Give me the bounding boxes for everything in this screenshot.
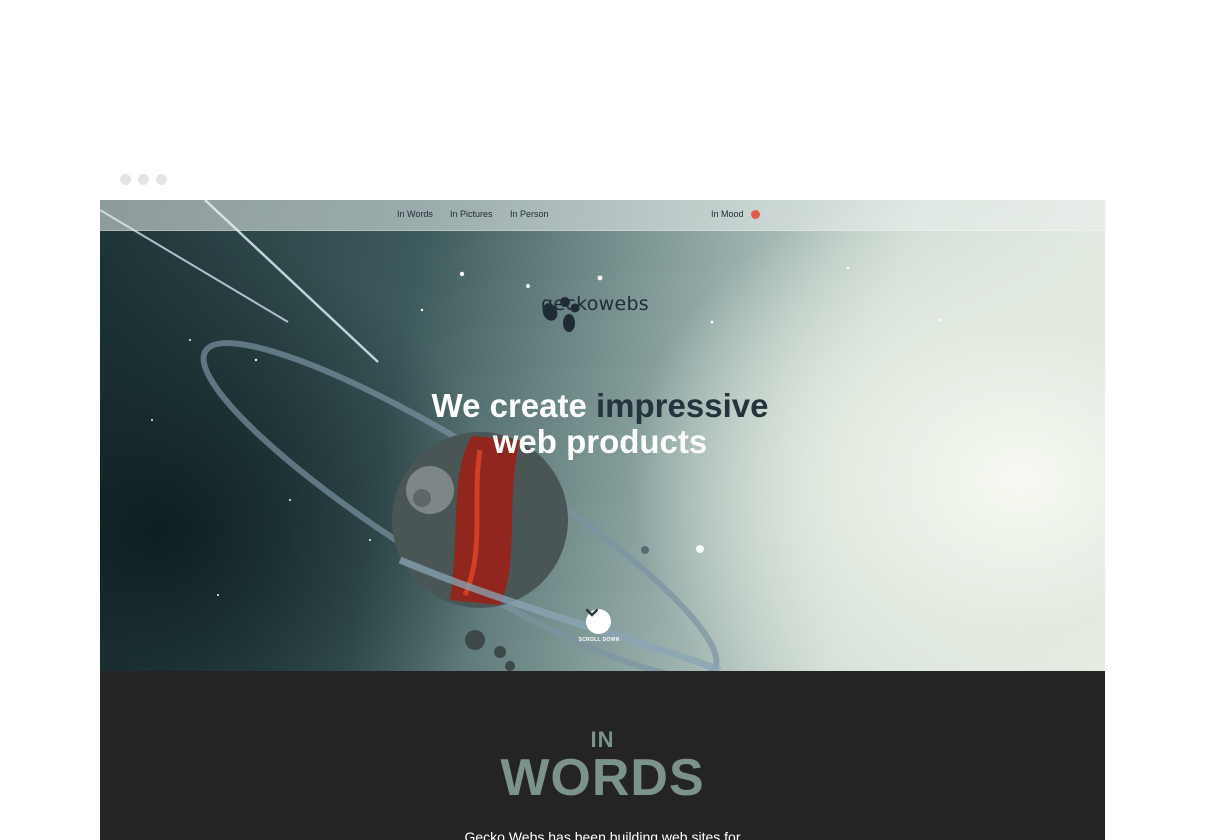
slide-indicator-dot-1[interactable] (751, 210, 760, 219)
window-controls (120, 174, 167, 185)
nav-link-in-words[interactable]: In Words (397, 209, 433, 219)
brand-logo[interactable]: geckowebs (540, 293, 650, 332)
section-intro-text: Gecko Webs has been building web sites f… (464, 829, 741, 840)
gecko-feet-icon (542, 297, 580, 332)
headline-part-2: impressive (596, 387, 769, 424)
nav-link-in-pictures[interactable]: In Pictures (450, 209, 493, 219)
window-dot (156, 174, 167, 185)
slide-indicator-dot-2[interactable] (764, 210, 773, 219)
window-dot (120, 174, 131, 185)
hero-headline: We create impressive web products (360, 388, 840, 460)
hero-section: In Words In Pictures In Person In Mood g… (100, 200, 1105, 671)
in-words-section: IN WORDS Gecko Webs has been building we… (100, 671, 1105, 840)
slide-indicator-dot-4[interactable] (792, 210, 801, 219)
headline-part-1: We create (431, 387, 597, 424)
nav-link-in-person[interactable]: In Person (510, 209, 549, 219)
headline-part-3: web products (492, 423, 708, 460)
window-dot (138, 174, 149, 185)
scroll-down-label: SCROLL DOWN (578, 637, 620, 643)
nav-link-in-mood[interactable]: In Mood (711, 209, 744, 219)
top-navbar: In Words In Pictures In Person In Mood (100, 200, 1105, 231)
chevron-down-icon (586, 609, 598, 617)
section-title: WORDS (500, 749, 705, 807)
website-frame: In Words In Pictures In Person In Mood g… (100, 200, 1105, 840)
slide-indicator-dot-3[interactable] (778, 210, 787, 219)
scroll-down-button[interactable] (586, 609, 611, 634)
